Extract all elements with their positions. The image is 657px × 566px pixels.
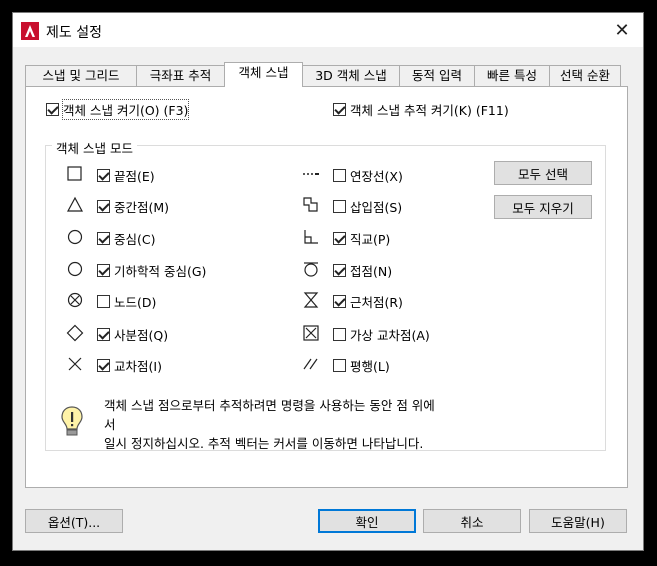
hint-line: 서: [104, 417, 116, 432]
center-checkbox[interactable]: 중심(C): [97, 229, 155, 248]
extension-checkbox[interactable]: 연장선(X): [333, 166, 403, 185]
close-button[interactable]: ✕: [609, 18, 635, 42]
hint-line: 일시 정지하십시오. 추적 벡터는 커서를 이동하면 나타납니다.: [104, 436, 424, 451]
quadrant-checkbox[interactable]: 사분점(Q): [97, 325, 168, 344]
checkbox-box: [333, 169, 346, 182]
autocad-logo-icon: [21, 22, 39, 40]
tangent-icon: [304, 262, 318, 277]
checkbox-box: [97, 328, 110, 341]
midpoint-checkbox[interactable]: 중간점(M): [97, 197, 169, 216]
checkbox-box: [333, 200, 346, 213]
center-circle-icon: [67, 229, 83, 245]
ok-button[interactable]: 확인: [318, 509, 416, 533]
checkbox-label: 객체 스냅 추적 켜기(K) (F11): [350, 103, 509, 118]
cancel-button[interactable]: 취소: [423, 509, 521, 533]
hint-text: 객체 스냅 점으로부터 추적하려면 명령을 사용하는 동안 점 위에 서 일시 …: [104, 396, 564, 453]
checkbox-box: [97, 200, 110, 213]
close-icon: ✕: [614, 19, 630, 41]
extension-icon: [303, 173, 319, 175]
checkbox-label: 연장선(X): [350, 169, 403, 184]
insertion-icon: [303, 197, 318, 212]
checkbox-label: 접점(N): [350, 264, 393, 279]
checkbox-box: [333, 359, 346, 372]
checkbox-label: 평행(L): [350, 359, 390, 374]
checkbox-label: 삽입점(S): [350, 200, 403, 215]
checkbox-box: [97, 232, 110, 245]
midpoint-triangle-icon: [66, 196, 84, 212]
tab-selection-cycling[interactable]: 선택 순환: [549, 65, 621, 86]
checkbox-box: [333, 295, 346, 308]
lightbulb-icon: [61, 406, 83, 436]
checkbox-box: [97, 295, 110, 308]
help-button[interactable]: 도움말(H): [529, 509, 627, 533]
checkbox-box: [97, 169, 110, 182]
tab-dynamic-input[interactable]: 동적 입력: [399, 65, 475, 86]
insertion-checkbox[interactable]: 삽입점(S): [333, 197, 402, 216]
tangent-checkbox[interactable]: 접점(N): [333, 261, 392, 280]
checkbox-label: 직교(P): [350, 232, 391, 247]
quadrant-diamond-icon: [66, 324, 84, 342]
checkbox-box: [333, 328, 346, 341]
checkbox-label: 교차점(I): [114, 359, 162, 374]
object-snap-tracking-checkbox[interactable]: 객체 스냅 추적 켜기(K) (F11): [333, 100, 509, 119]
tab-object-snap[interactable]: 객체 스냅: [224, 62, 303, 87]
parallel-checkbox[interactable]: 평행(L): [333, 356, 390, 375]
geometric-center-checkbox[interactable]: 기하학적 중심(G): [97, 261, 206, 280]
nearest-icon: [303, 292, 319, 308]
checkbox-label: 중간점(M): [114, 200, 170, 215]
window-title: 제도 설정: [46, 25, 102, 41]
apparent-intersection-checkbox[interactable]: 가상 교차점(A): [333, 325, 430, 344]
checkbox-box: [46, 103, 59, 116]
node-checkbox[interactable]: 노드(D): [97, 292, 156, 311]
hint-line: 객체 스냅 점으로부터 추적하려면 명령을 사용하는 동안 점 위에: [104, 398, 435, 413]
object-snap-on-checkbox[interactable]: 객체 스냅 켜기(O) (F3): [46, 99, 190, 120]
title-bar: 제도 설정 ✕: [13, 13, 643, 47]
checkbox-label: 끝점(E): [114, 169, 155, 184]
perpendicular-icon: [304, 230, 318, 244]
intersection-x-icon: [68, 357, 82, 371]
checkbox-label: 객체 스냅 켜기(O) (F3): [61, 99, 190, 120]
apparent-intersection-icon: [303, 325, 319, 341]
checkbox-label: 노드(D): [114, 295, 157, 310]
checkbox-box: [333, 103, 346, 116]
perpendicular-checkbox[interactable]: 직교(P): [333, 229, 390, 248]
checkbox-box: [97, 264, 110, 277]
nearest-checkbox[interactable]: 근처점(R): [333, 292, 403, 311]
endpoint-square-icon: [67, 166, 82, 181]
checkbox-label: 사분점(Q): [114, 328, 169, 343]
tab-snap-grid[interactable]: 스냅 및 그리드: [25, 65, 137, 86]
clear-all-button[interactable]: 모두 지우기: [494, 195, 592, 219]
checkbox-label: 가상 교차점(A): [350, 328, 430, 343]
checkbox-box: [97, 359, 110, 372]
select-all-button[interactable]: 모두 선택: [494, 161, 592, 185]
options-button[interactable]: 옵션(T)...: [25, 509, 123, 533]
checkbox-label: 근처점(R): [350, 295, 403, 310]
object-snap-panel: 객체 스냅 켜기(O) (F3) 객체 스냅 추적 켜기(K) (F11) 객체…: [25, 86, 628, 488]
parallel-icon: [303, 358, 318, 370]
checkbox-box: [333, 264, 346, 277]
intersection-checkbox[interactable]: 교차점(I): [97, 356, 162, 375]
tab-quick-properties[interactable]: 빠른 특성: [474, 65, 550, 86]
tab-3d-object-snap[interactable]: 3D 객체 스냅: [302, 65, 400, 86]
geometric-center-circle-icon: [67, 261, 83, 277]
node-icon: [67, 292, 83, 308]
drafting-settings-dialog: 제도 설정 ✕ 스냅 및 그리드 극좌표 추적 객체 스냅 3D 객체 스냅 동…: [12, 12, 644, 551]
checkbox-box: [333, 232, 346, 245]
endpoint-checkbox[interactable]: 끝점(E): [97, 166, 155, 185]
checkbox-label: 기하학적 중심(G): [114, 264, 207, 279]
snap-modes-group-title: 객체 스냅 모드: [52, 138, 137, 157]
tab-polar-tracking[interactable]: 극좌표 추적: [136, 65, 225, 86]
checkbox-label: 중심(C): [114, 232, 156, 247]
